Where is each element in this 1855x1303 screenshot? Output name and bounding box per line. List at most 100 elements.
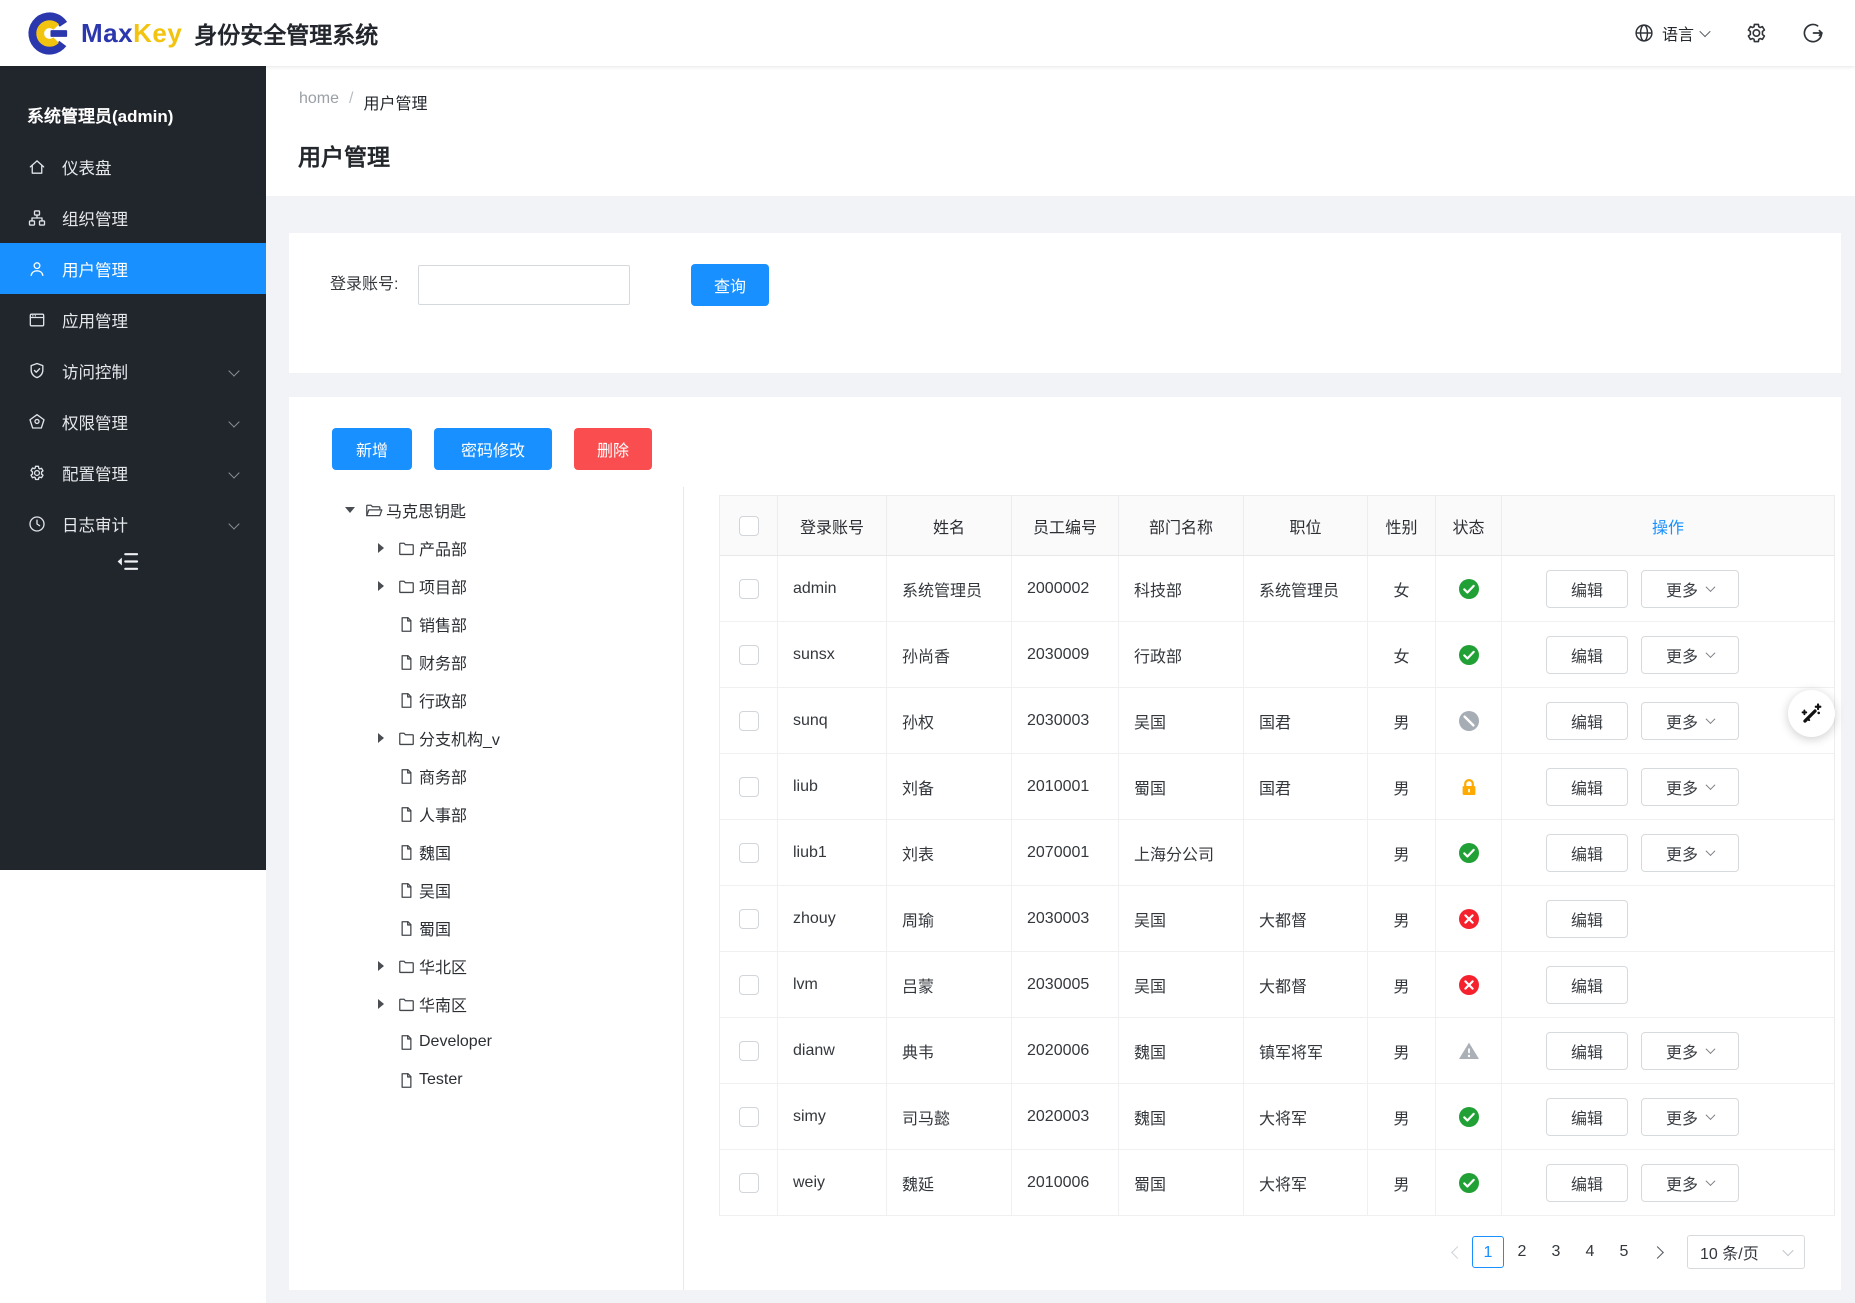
row-checkbox[interactable] [739, 975, 759, 995]
edit-button[interactable]: 编辑 [1546, 966, 1628, 1004]
edit-button[interactable]: 编辑 [1546, 1098, 1628, 1136]
pagination-page-5[interactable]: 5 [1608, 1236, 1640, 1268]
tree-item[interactable]: 商务部 [289, 757, 682, 795]
tree-item[interactable]: 销售部 [289, 605, 682, 643]
sidebar-item-dashboard[interactable]: 仪表盘 [0, 141, 266, 192]
more-button-label: 更多 [1666, 709, 1698, 733]
row-checkbox[interactable] [739, 1173, 759, 1193]
query-button[interactable]: 查询 [691, 264, 769, 306]
logout-icon[interactable] [1801, 21, 1825, 45]
row-checkbox[interactable] [739, 909, 759, 929]
active-status-icon [1458, 578, 1480, 600]
pagination: 12345 10 条/页 [1443, 1235, 1805, 1269]
chevron-down-icon [1706, 648, 1716, 658]
breadcrumb-home-link[interactable]: home [299, 90, 339, 114]
cell-status [1436, 1084, 1502, 1149]
pagination-next[interactable] [1643, 1248, 1671, 1257]
sidebar-item-access[interactable]: 访问控制 [0, 345, 266, 396]
edit-button[interactable]: 编辑 [1546, 768, 1628, 806]
active-status-icon [1458, 842, 1480, 864]
more-button[interactable]: 更多 [1641, 768, 1739, 806]
caret-right-icon[interactable] [378, 581, 397, 591]
more-button[interactable]: 更多 [1641, 834, 1739, 872]
tree-item[interactable]: 蜀国 [289, 909, 682, 947]
more-button[interactable]: 更多 [1641, 1098, 1739, 1136]
row-checkbox[interactable] [739, 711, 759, 731]
page-size-select[interactable]: 10 条/页 [1687, 1235, 1805, 1269]
row-checkbox[interactable] [739, 777, 759, 797]
row-checkbox[interactable] [739, 1107, 759, 1127]
edit-button[interactable]: 编辑 [1546, 636, 1628, 674]
row-checkbox[interactable] [739, 1041, 759, 1061]
caret-right-icon[interactable] [378, 961, 397, 971]
pagination-page-2[interactable]: 2 [1506, 1236, 1538, 1268]
tree-item[interactable]: 财务部 [289, 643, 682, 681]
sidebar-item-permissions[interactable]: 权限管理 [0, 396, 266, 447]
theme-wand-button[interactable] [1788, 690, 1835, 737]
caret-right-icon[interactable] [378, 733, 397, 743]
sidebar-item-organization[interactable]: 组织管理 [0, 192, 266, 243]
pagination-page-4[interactable]: 4 [1574, 1236, 1606, 1268]
tree-item[interactable]: 行政部 [289, 681, 682, 719]
collapse-sidebar-icon[interactable] [114, 548, 141, 575]
change-password-button[interactable]: 密码修改 [434, 428, 552, 470]
more-button[interactable]: 更多 [1641, 570, 1739, 608]
cell-actions: 编辑更多 [1502, 1150, 1834, 1215]
pagination-prev[interactable] [1443, 1248, 1471, 1257]
pagination-page-1[interactable]: 1 [1472, 1236, 1504, 1268]
edit-button[interactable]: 编辑 [1546, 1164, 1628, 1202]
edit-button[interactable]: 编辑 [1546, 570, 1628, 608]
more-button[interactable]: 更多 [1641, 702, 1739, 740]
sidebar-item-config[interactable]: 配置管理 [0, 447, 266, 498]
more-button[interactable]: 更多 [1641, 636, 1739, 674]
sidebar-item-label: 应用管理 [62, 308, 128, 332]
folder-icon [397, 577, 416, 596]
tree-item[interactable]: 产品部 [289, 529, 682, 567]
edit-button[interactable]: 编辑 [1546, 1032, 1628, 1070]
chevron-down-icon [1782, 1245, 1793, 1256]
caret-down-icon[interactable] [345, 507, 364, 513]
more-button-label: 更多 [1666, 841, 1698, 865]
more-button[interactable]: 更多 [1641, 1164, 1739, 1202]
edit-button[interactable]: 编辑 [1546, 834, 1628, 872]
tree-item[interactable]: 马克思钥匙 [289, 491, 682, 529]
tree-item[interactable]: 项目部 [289, 567, 682, 605]
settings-gear-icon[interactable] [1743, 21, 1767, 45]
tree-item[interactable]: 华南区 [289, 985, 682, 1023]
more-button[interactable]: 更多 [1641, 1032, 1739, 1070]
cell-gender: 男 [1368, 1084, 1436, 1149]
sidebar-item-audit[interactable]: 日志审计 [0, 498, 266, 549]
select-all-checkbox[interactable] [739, 516, 759, 536]
tree-item[interactable]: 吴国 [289, 871, 682, 909]
tree-item[interactable]: Tester [289, 1061, 682, 1099]
chevron-down-icon [228, 416, 239, 427]
tree-item[interactable]: 华北区 [289, 947, 682, 985]
user-icon [27, 259, 47, 279]
cell-position: 镇军将军 [1244, 1018, 1368, 1083]
edit-button[interactable]: 编辑 [1546, 702, 1628, 740]
pagination-page-3[interactable]: 3 [1540, 1236, 1572, 1268]
cell-employee-id: 2070001 [1012, 820, 1119, 885]
tree-item[interactable]: 分支机构_v [289, 719, 682, 757]
cell-login: simy [778, 1084, 887, 1149]
tree-item[interactable]: 魏国 [289, 833, 682, 871]
caret-right-icon[interactable] [378, 543, 397, 553]
delete-button[interactable]: 删除 [574, 428, 652, 470]
tree-item[interactable]: Developer [289, 1023, 682, 1061]
add-user-button[interactable]: 新增 [332, 428, 412, 470]
sidebar-item-applications[interactable]: 应用管理 [0, 294, 266, 345]
login-account-input[interactable] [418, 265, 630, 305]
edit-button[interactable]: 编辑 [1546, 900, 1628, 938]
sidebar-item-users[interactable]: 用户管理 [0, 243, 266, 294]
page-size-value: 10 条/页 [1700, 1240, 1759, 1264]
language-switcher[interactable]: 语言 [1633, 21, 1709, 45]
tree-item[interactable]: 人事部 [289, 795, 682, 833]
row-checkbox[interactable] [739, 579, 759, 599]
row-checkbox[interactable] [739, 645, 759, 665]
inactive-status-icon [1458, 974, 1480, 996]
login-account-label: 登录账号: [330, 265, 398, 305]
cell-name: 刘备 [887, 754, 1012, 819]
sidebar-item-label: 用户管理 [62, 257, 128, 281]
row-checkbox[interactable] [739, 843, 759, 863]
caret-right-icon[interactable] [378, 999, 397, 1009]
